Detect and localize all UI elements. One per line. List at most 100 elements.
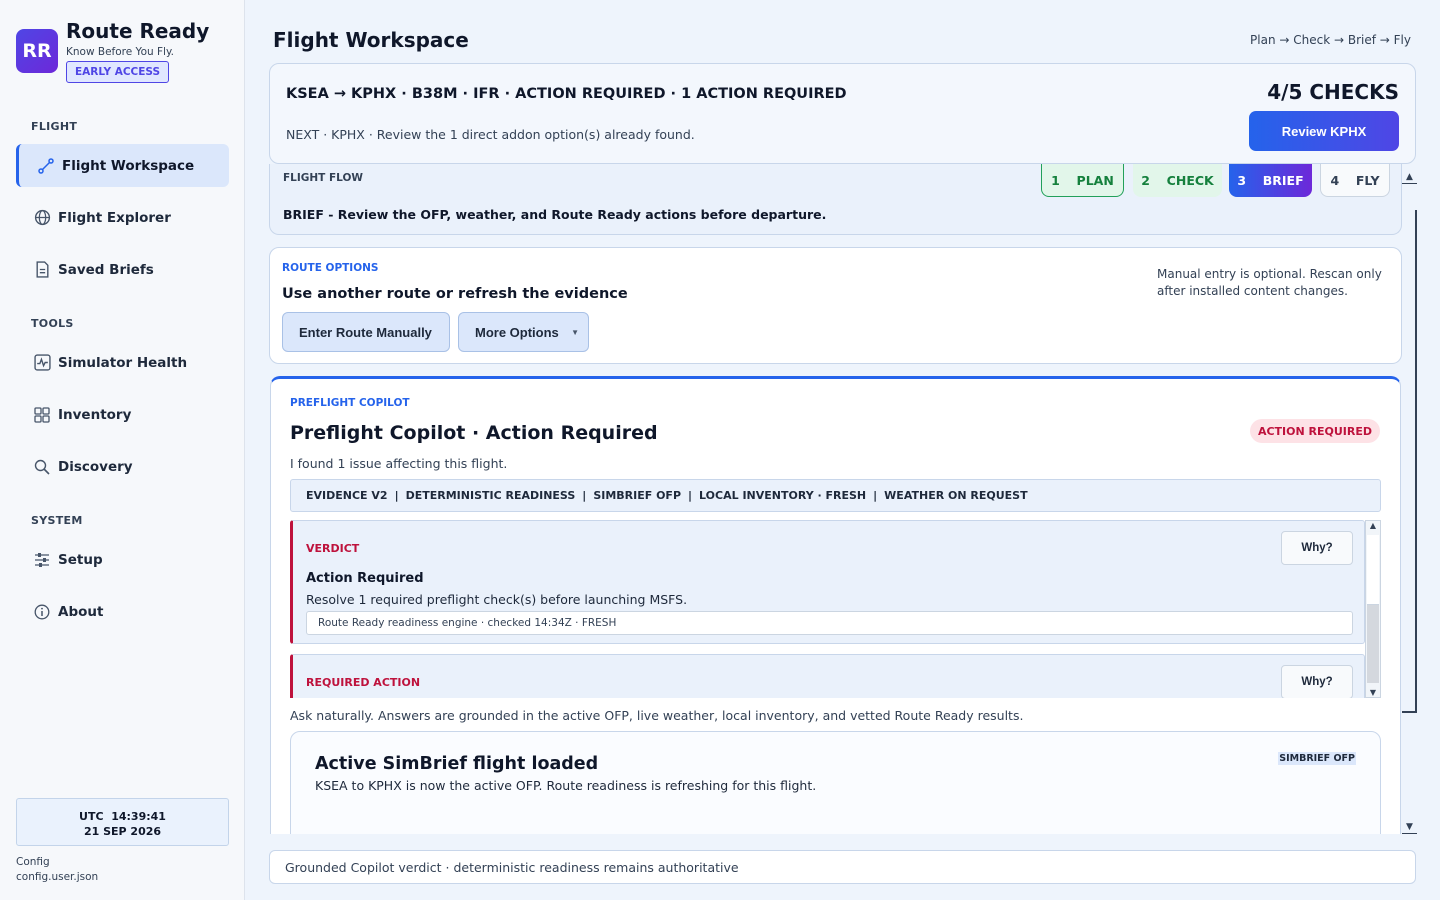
clock-date: 21 SEP 2026 [83,825,162,838]
next-step-text: NEXT · KPHX · Review the 1 direct addon … [286,127,695,142]
brand: RR Route Ready Know Before You Fly. EARL… [16,18,209,83]
copilot-cards-scroll[interactable]: VERDICT Why? Action Required Resolve 1 r… [290,520,1381,698]
step-plan[interactable]: 1 PLAN [1041,164,1124,197]
sidebar-item-simulator-health[interactable]: Simulator Health [16,341,229,384]
app-title: Route Ready [66,19,210,43]
grid-icon [33,406,51,424]
route-options-label: ROUTE OPTIONS [282,262,379,274]
scroll-down-icon[interactable]: ▼ [1366,688,1380,697]
sidebar-item-label: Discovery [58,458,133,475]
verdict-text: Resolve 1 required preflight check(s) be… [306,592,688,607]
sidebar-item-about[interactable]: About [16,590,229,633]
scroll-down-icon[interactable]: ▼ [1402,820,1417,834]
step-brief[interactable]: 3 BRIEF [1229,164,1312,197]
sidebar-item-label: Inventory [58,406,132,423]
sidebar-item-label: Flight Workspace [62,157,195,174]
scrollbar-track[interactable] [1367,605,1379,683]
message-text: KSEA to KPHX is now the active OFP. Rout… [315,778,817,793]
checks-count: 4/5 CHECKS [1267,80,1399,104]
required-action-label: REQUIRED ACTION [306,676,421,689]
status-text: Grounded Copilot verdict · deterministic… [285,859,739,875]
inner-scrollbar[interactable]: ▲ ▼ [1365,520,1381,698]
globe-icon [33,209,51,227]
required-action-card: REQUIRED ACTION Why? [290,654,1365,698]
why-button[interactable]: Why? [1281,531,1353,565]
verdict-card: VERDICT Why? Action Required Resolve 1 r… [290,520,1365,644]
button-label: Enter Route Manually [299,324,432,340]
sidebar-item-inventory[interactable]: Inventory [16,393,229,436]
why-button[interactable]: Why? [1281,665,1353,698]
pulse-icon [33,354,51,372]
scrollbar-thumb[interactable] [1402,210,1417,713]
evidence-item: EVIDENCE V2 [306,489,388,502]
scroll-up-icon[interactable]: ▲ [1366,521,1380,530]
evidence-bar: EVIDENCE V2 | DETERMINISTIC READINESS | SI… [290,479,1381,512]
route-options-title: Use another route or refresh the evidenc… [282,286,628,302]
sidebar-item-discovery[interactable]: Discovery [16,445,229,488]
scrollbar-thumb[interactable] [1367,535,1379,605]
copilot-status-bar[interactable]: Grounded Copilot verdict · deterministic… [269,850,1416,884]
ask-hint: Ask naturally. Answers are grounded in t… [290,708,1024,723]
verdict-label: VERDICT [306,542,360,555]
sidebar-item-label: Flight Explorer [58,209,171,226]
sidebar: RR Route Ready Know Before You Fly. EARL… [0,0,245,900]
sliders-icon [33,551,51,569]
sidebar-item-flight-explorer[interactable]: Flight Explorer [16,196,229,239]
sidebar-item-saved-briefs[interactable]: Saved Briefs [16,248,229,291]
evidence-item: WEATHER ON REQUEST [884,489,1028,502]
more-options-dropdown[interactable]: More Options ▼ [458,312,589,352]
sidebar-item-label: Saved Briefs [58,261,154,278]
config-label: Config [16,856,50,868]
copilot-label: PREFLIGHT COPILOT [290,397,410,409]
message-title: Active SimBrief flight loaded [315,754,599,774]
step-fly[interactable]: 4 FLY [1320,164,1390,197]
flight-summary-card: KSEA → KPHX · B38M · IFR · ACTION REQUIR… [269,63,1416,164]
info-icon [33,603,51,621]
sidebar-item-label: About [58,603,104,620]
verdict-source: Route Ready readiness engine · checked 1… [306,611,1353,635]
config-info: Config config.user.json [16,855,98,885]
workspace-scrollbar[interactable]: ▲ ▼ [1402,170,1417,834]
scroll-up-icon[interactable]: ▲ [1402,170,1417,184]
page-title: Flight Workspace [273,28,469,52]
status-badge: ACTION REQUIRED [1249,419,1380,443]
route-options-note: Manual entry is optional. Rescan only af… [1157,267,1382,298]
enter-route-manually-button[interactable]: Enter Route Manually [282,312,450,352]
copilot-title: Preflight Copilot · Action Required [290,422,658,444]
review-kphx-button[interactable]: Review KPHX [1249,111,1399,151]
evidence-item: SIMBRIEF OFP [593,489,682,502]
workspace-scroll-region[interactable]: FLIGHT FLOW 1 PLAN 2 CHECK 3 BRIEF 4 FLY… [269,164,1417,834]
clock-time: UTC 14:39:41 [79,810,166,823]
route-icon [37,157,55,175]
app-tagline: Know Before You Fly. [66,46,175,58]
chevron-down-icon: ▼ [571,328,579,337]
button-label: More Options [475,324,559,340]
evidence-item: LOCAL INVENTORY · FRESH [699,489,867,502]
nav-section-tools: TOOLS [31,317,74,330]
nav-section-system: SYSTEM [31,514,83,527]
search-icon [33,458,51,476]
copilot-message: Active SimBrief flight loaded KSEA to KP… [290,731,1381,834]
nav-section-flight: FLIGHT [31,120,78,133]
preflight-copilot-card: PREFLIGHT COPILOT Preflight Copilot · Ac… [270,376,1401,834]
flight-flow-label: FLIGHT FLOW [283,172,363,184]
verdict-title: Action Required [306,571,424,586]
sidebar-item-setup[interactable]: Setup [16,538,229,581]
flight-flow-description: BRIEF - Review the OFP, weather, and Rou… [283,207,827,222]
route-options-card: ROUTE OPTIONS Use another route or refre… [269,247,1402,364]
early-access-badge: EARLY ACCESS [66,61,170,83]
app-logo: RR [16,29,58,73]
message-source-badge: SIMBRIEF OFP [1278,752,1356,765]
utc-clock: UTC 14:39:41 21 SEP 2026 [16,798,229,846]
flow-breadcrumb: Plan → Check → Brief → Fly [1250,33,1411,47]
copilot-subtitle: I found 1 issue affecting this flight. [290,456,508,471]
sidebar-item-flight-workspace[interactable]: Flight Workspace [16,144,229,187]
flight-flow-card: FLIGHT FLOW 1 PLAN 2 CHECK 3 BRIEF 4 FLY… [269,164,1402,235]
sidebar-item-label: Simulator Health [58,354,188,371]
evidence-item: DETERMINISTIC READINESS [405,489,576,502]
config-file: config.user.json [16,871,99,883]
step-check[interactable]: 2 CHECK [1133,164,1222,197]
document-icon [33,261,51,279]
sidebar-item-label: Setup [58,551,103,568]
flight-summary-title: KSEA → KPHX · B38M · IFR · ACTION REQUIR… [286,86,847,102]
